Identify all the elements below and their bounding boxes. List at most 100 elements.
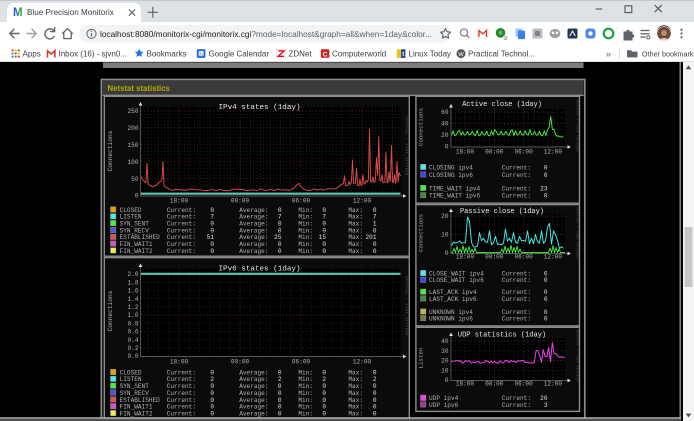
svg-text:RRDTOOL / TOBI OETIKER: RRDTOOL / TOBI OETIKER [574, 207, 579, 259]
svg-text:30: 30 [441, 348, 449, 355]
svg-text:0: 0 [322, 248, 326, 255]
svg-text:00:00: 00:00 [231, 358, 250, 365]
svg-text:06:00: 06:00 [292, 197, 311, 204]
svg-text:TIME_WAIT ipv4: TIME_WAIT ipv4 [429, 185, 481, 192]
svg-text:06:00: 06:00 [514, 253, 533, 260]
svg-text:50: 50 [131, 176, 139, 183]
svg-text:ZDNet: ZDNet [289, 50, 313, 59]
svg-text:40: 40 [441, 338, 449, 345]
svg-text:FIN_WAIT2: FIN_WAIT2 [120, 411, 153, 418]
svg-text:Current:: Current: [167, 248, 196, 255]
svg-text:Passive close (1day): Passive close (1day) [460, 208, 544, 216]
svg-text:18:00: 18:00 [170, 197, 189, 204]
svg-text:2.0: 2.0 [128, 271, 139, 278]
svg-text:Current:: Current: [502, 164, 531, 171]
svg-text:TIME_WAIT ipv6: TIME_WAIT ipv6 [429, 193, 481, 200]
svg-text:10: 10 [441, 368, 449, 375]
svg-text:0: 0 [322, 411, 326, 418]
svg-text:1.4: 1.4 [128, 296, 139, 303]
svg-text:Connections: Connections [107, 290, 114, 331]
svg-text:1.2: 1.2 [128, 304, 139, 311]
svg-text:00:00: 00:00 [231, 197, 250, 204]
svg-text:Connections: Connections [418, 108, 425, 146]
svg-text:3: 3 [544, 402, 548, 409]
svg-text:Listen: Listen [418, 348, 425, 369]
svg-text:200: 200 [128, 125, 139, 132]
svg-text:CLOSING ipv4: CLOSING ipv4 [429, 164, 473, 171]
svg-text:0: 0 [544, 164, 548, 171]
svg-text:150: 150 [128, 142, 139, 149]
svg-text:250: 250 [128, 108, 139, 115]
svg-text:2: 2 [504, 35, 507, 40]
svg-text:RRDTOOL / TOBI OETIKER: RRDTOOL / TOBI OETIKER [574, 100, 579, 152]
svg-text:Current:: Current: [502, 185, 531, 192]
svg-text:18:00: 18:00 [456, 253, 475, 260]
svg-text:0: 0 [445, 250, 449, 257]
svg-text:1.8: 1.8 [128, 279, 139, 286]
svg-text:Active close (1day): Active close (1day) [462, 101, 542, 109]
svg-text:00:00: 00:00 [485, 381, 504, 388]
svg-text:UNKNOWN ipv6: UNKNOWN ipv6 [429, 316, 473, 323]
svg-text:0: 0 [544, 316, 548, 323]
svg-text:0.0: 0.0 [128, 353, 139, 360]
svg-text:100: 100 [128, 159, 139, 166]
svg-text:Netstat statistics: Netstat statistics [108, 84, 171, 93]
svg-text:Computerworld: Computerworld [332, 50, 386, 59]
svg-text:M: M [13, 7, 23, 19]
svg-text:0: 0 [210, 411, 214, 418]
svg-text:UDP ipv6: UDP ipv6 [429, 402, 459, 409]
svg-text:0.6: 0.6 [128, 329, 139, 336]
svg-text:Practical Technol...: Practical Technol... [468, 50, 535, 59]
svg-text:Max:: Max: [348, 411, 363, 418]
svg-text:UDP statistics (1day): UDP statistics (1day) [458, 332, 546, 340]
svg-text:IPv6 states (1day): IPv6 states (1day) [218, 265, 300, 273]
svg-text:Current:: Current: [502, 316, 531, 323]
svg-text:06:00: 06:00 [514, 148, 533, 155]
svg-text:0.2: 0.2 [128, 345, 139, 352]
svg-text:12:00: 12:00 [544, 148, 563, 155]
svg-text:Max:: Max: [348, 248, 363, 255]
svg-text:00:00: 00:00 [485, 148, 504, 155]
svg-text:Inbox (16) - sjvn0...: Inbox (16) - sjvn0... [59, 50, 127, 59]
svg-text:0: 0 [278, 411, 282, 418]
svg-text:20: 20 [441, 358, 449, 365]
svg-text:12:00: 12:00 [544, 253, 563, 260]
svg-text:CLOSING ipv6: CLOSING ipv6 [429, 172, 473, 179]
svg-text:0: 0 [373, 411, 377, 418]
svg-text:0: 0 [135, 193, 139, 200]
svg-text:Current:: Current: [167, 411, 196, 418]
svg-text:Linux Today: Linux Today [409, 50, 452, 59]
svg-text:10: 10 [441, 232, 449, 239]
svg-text:»: » [606, 49, 611, 59]
svg-text:20: 20 [441, 132, 449, 139]
svg-text:W: W [458, 52, 464, 58]
svg-text:CLOSE_WAIT ipv6: CLOSE_WAIT ipv6 [429, 277, 484, 284]
svg-text:t: t [402, 52, 404, 58]
svg-text:C: C [323, 51, 328, 58]
svg-text:Current:: Current: [502, 193, 531, 200]
svg-text:0: 0 [445, 377, 449, 384]
svg-text:Connections: Connections [418, 214, 425, 252]
svg-text:18:00: 18:00 [456, 148, 475, 155]
svg-text:Average:: Average: [239, 248, 268, 255]
svg-text:40: 40 [441, 121, 449, 128]
svg-text:RRDTOOL / TOBI OETIKER: RRDTOOL / TOBI OETIKER [574, 330, 579, 382]
svg-text:RRDTOOL / TOBI OETIKER: RRDTOOL / TOBI OETIKER [403, 116, 408, 176]
svg-text:Blue Precision Monitorix: Blue Precision Monitorix [27, 8, 114, 17]
svg-text:12:00: 12:00 [353, 197, 372, 204]
svg-text:Connections: Connections [107, 130, 114, 171]
svg-text:1.0: 1.0 [128, 312, 139, 319]
svg-text:0.8: 0.8 [128, 320, 139, 327]
svg-text:23: 23 [540, 185, 548, 192]
svg-text:0: 0 [544, 193, 548, 200]
svg-text:1.6: 1.6 [128, 288, 139, 295]
svg-text:0: 0 [445, 144, 449, 151]
svg-text:06:00: 06:00 [514, 381, 533, 388]
svg-text:60: 60 [441, 109, 449, 116]
svg-text:localhost:8080/monitorix-cgi/m: localhost:8080/monitorix-cgi/monitorix.c… [100, 29, 432, 39]
svg-text:FIN_WAIT2: FIN_WAIT2 [120, 248, 153, 255]
svg-text:0: 0 [278, 248, 282, 255]
svg-text:Google Calendar: Google Calendar [209, 50, 270, 59]
svg-text:31: 31 [199, 51, 204, 56]
svg-text:12:00: 12:00 [353, 358, 372, 365]
